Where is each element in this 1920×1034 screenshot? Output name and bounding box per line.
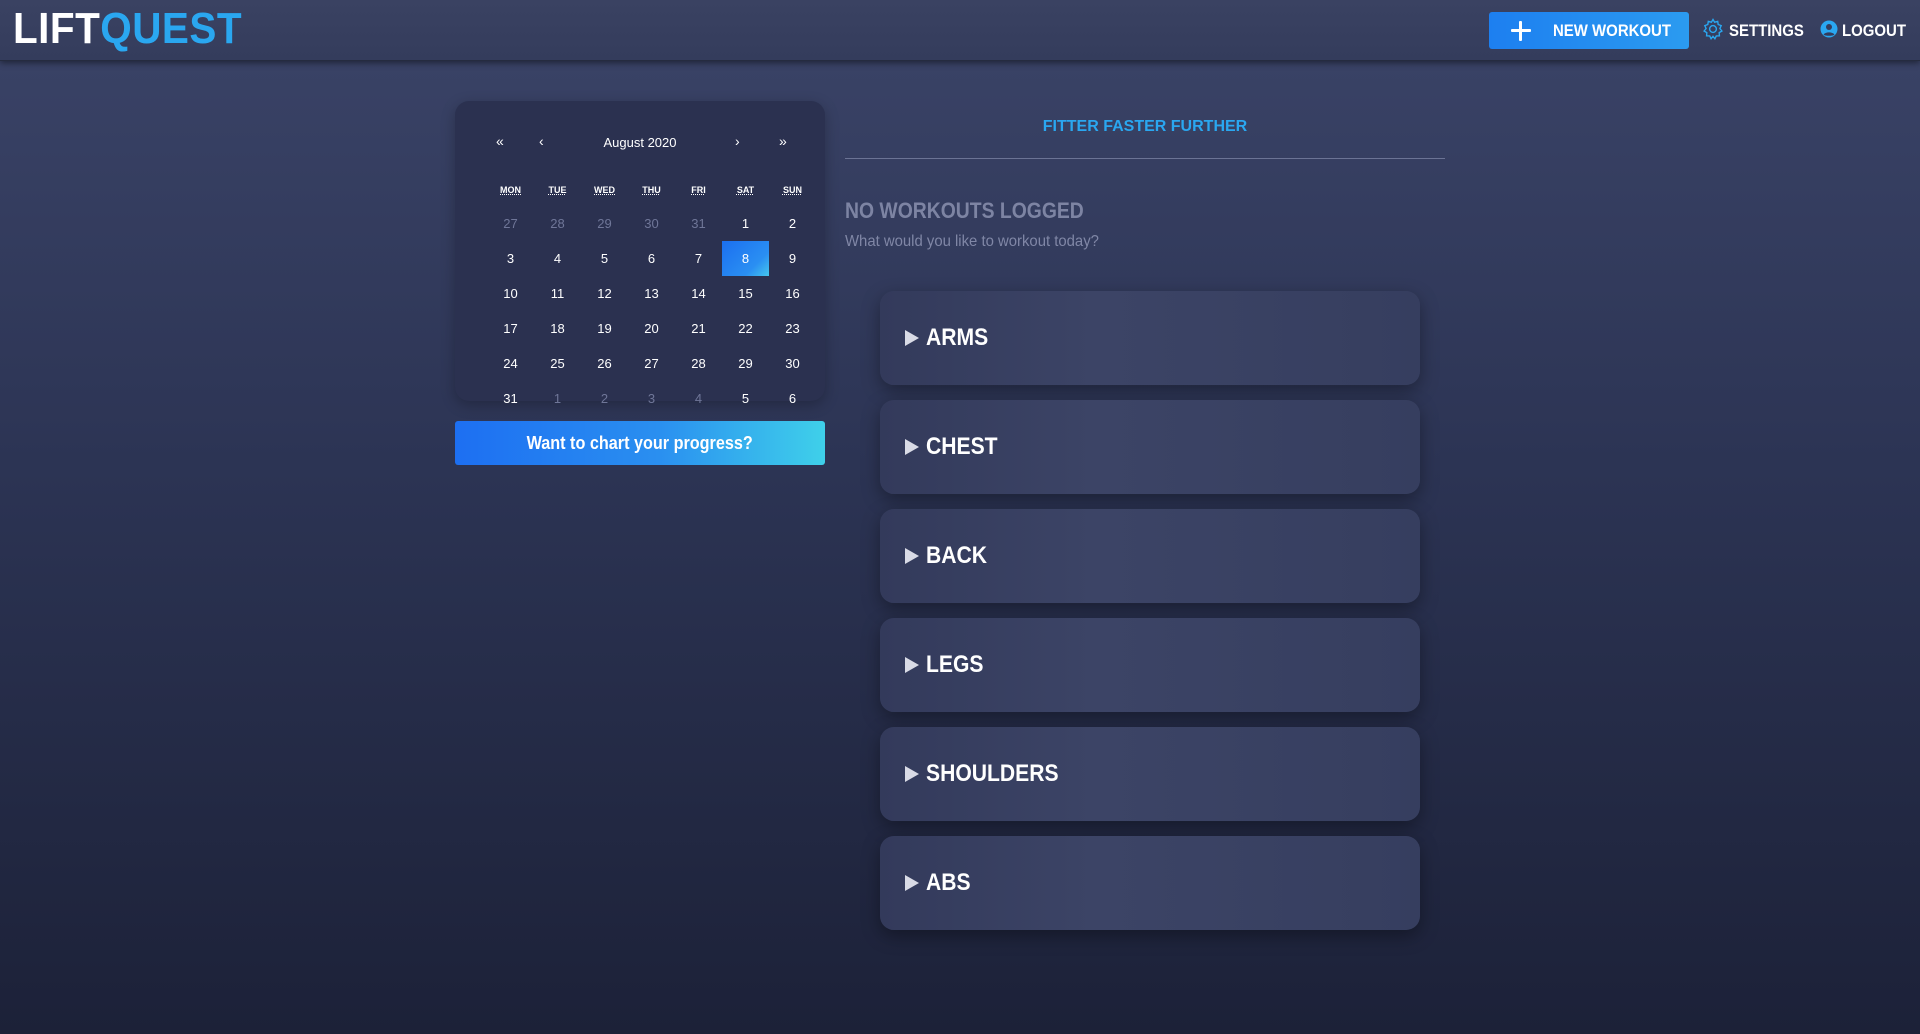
calendar-day[interactable]: 3 <box>487 241 534 276</box>
workout-calendar: « ‹ August 2020 › » MON TUE WED THU FRI … <box>455 101 825 406</box>
new-workout-label: NEW WORKOUT <box>1553 20 1672 40</box>
divider <box>845 158 1445 159</box>
muscle-group-card-legs[interactable]: LEGS <box>880 618 1420 712</box>
logout-label: LOGOUT <box>1842 21 1906 40</box>
calendar-day[interactable]: 29 <box>722 346 769 381</box>
calendar-day[interactable]: 6 <box>628 241 675 276</box>
calendar-day[interactable]: 25 <box>534 346 581 381</box>
top-navbar: LIFTQUEST NEW WORKOUT SETTINGS LOGOUT <box>0 0 1920 61</box>
muscle-group-label: CHEST <box>926 433 998 460</box>
calendar-day[interactable]: 15 <box>722 276 769 311</box>
calendar-day[interactable]: 28 <box>675 346 722 381</box>
next-month-button[interactable]: › <box>735 133 740 149</box>
muscle-group-card-back[interactable]: BACK <box>880 509 1420 603</box>
calendar-day[interactable]: 30 <box>769 346 816 381</box>
calendar-day[interactable]: 21 <box>675 311 722 346</box>
calendar-day[interactable]: 23 <box>769 311 816 346</box>
calendar-day[interactable]: 2 <box>769 206 816 241</box>
calendar-day[interactable]: 12 <box>581 276 628 311</box>
calendar-day[interactable]: 17 <box>487 311 534 346</box>
gear-icon <box>1701 17 1725 46</box>
chart-progress-button[interactable]: Want to chart your progress? <box>455 421 825 465</box>
calendar-day[interactable]: 27 <box>487 206 534 241</box>
new-workout-button[interactable]: NEW WORKOUT <box>1489 12 1689 49</box>
muscle-group-card-chest[interactable]: CHEST <box>880 400 1420 494</box>
play-arrow-icon <box>905 875 919 891</box>
logout-link[interactable]: LOGOUT <box>1820 17 1915 45</box>
weekday-label: THU <box>642 185 661 195</box>
calendar-day[interactable]: 30 <box>628 206 675 241</box>
muscle-group-card-shoulders[interactable]: SHOULDERS <box>880 727 1420 821</box>
weekday-label: WED <box>594 185 615 195</box>
play-arrow-icon <box>905 439 919 455</box>
play-arrow-icon <box>905 657 919 673</box>
calendar-month-label[interactable]: August 2020 <box>455 135 825 150</box>
calendar-day[interactable]: 22 <box>722 311 769 346</box>
calendar-day[interactable]: 9 <box>769 241 816 276</box>
play-arrow-icon <box>905 766 919 782</box>
plus-icon <box>1509 19 1533 43</box>
calendar-day[interactable]: 28 <box>534 206 581 241</box>
calendar-day[interactable]: 20 <box>628 311 675 346</box>
muscle-group-card-arms[interactable]: ARMS <box>880 291 1420 385</box>
calendar-day[interactable]: 2 <box>581 381 628 416</box>
settings-label: SETTINGS <box>1729 21 1804 40</box>
calendar-day[interactable]: 27 <box>628 346 675 381</box>
weekday-label: FRI <box>691 185 706 195</box>
calendar-day[interactable]: 5 <box>581 241 628 276</box>
tagline: FITTER FASTER FURTHER <box>1042 118 1248 135</box>
muscle-group-label: LEGS <box>926 651 984 678</box>
muscle-group-label: SHOULDERS <box>926 760 1059 787</box>
calendar-day[interactable]: 16 <box>769 276 816 311</box>
muscle-group-label: ABS <box>926 869 971 896</box>
calendar-day[interactable]: 19 <box>581 311 628 346</box>
next-year-button[interactable]: » <box>779 133 787 149</box>
muscle-group-card-abs[interactable]: ABS <box>880 836 1420 930</box>
calendar-day[interactable]: 13 <box>628 276 675 311</box>
calendar-day[interactable]: 11 <box>534 276 581 311</box>
weekday-label: SUN <box>782 185 802 195</box>
calendar-weekday-row: MON TUE WED THU FRI SAT SUN <box>487 185 817 195</box>
muscle-group-label: BACK <box>926 542 988 569</box>
calendar-day[interactable]: 18 <box>534 311 581 346</box>
calendar-day[interactable]: 7 <box>675 241 722 276</box>
calendar-day[interactable]: 4 <box>534 241 581 276</box>
weekday-label: TUE <box>548 185 567 195</box>
chart-progress-label: Want to chart your progress? <box>526 432 754 453</box>
calendar-day[interactable]: 31 <box>487 381 534 416</box>
calendar-day[interactable]: 4 <box>675 381 722 416</box>
calendar-day[interactable]: 1 <box>722 206 769 241</box>
app-logo[interactable]: LIFTQUEST <box>13 4 242 54</box>
calendar-day-selected[interactable]: 8 <box>722 241 769 276</box>
empty-state-subtitle: What would you like to workout today? <box>845 233 1099 250</box>
calendar-day-grid: 27 28 29 30 31 1 2 3 4 5 6 7 8 9 10 11 12 13 14 15 16 17 18 19 2… <box>487 206 817 416</box>
calendar-day[interactable]: 5 <box>722 381 769 416</box>
user-circle-icon <box>1820 20 1838 43</box>
calendar-day[interactable]: 14 <box>675 276 722 311</box>
calendar-day[interactable]: 29 <box>581 206 628 241</box>
empty-state-title: NO WORKOUTS LOGGED <box>845 198 1084 223</box>
settings-link[interactable]: SETTINGS <box>1701 17 1814 45</box>
muscle-group-label: ARMS <box>926 324 989 351</box>
weekday-label: MON <box>500 185 521 195</box>
calendar-day[interactable]: 31 <box>675 206 722 241</box>
logo-lift-text: LIFT <box>13 4 101 53</box>
calendar-day[interactable]: 3 <box>628 381 675 416</box>
calendar-day[interactable]: 10 <box>487 276 534 311</box>
calendar-day[interactable]: 26 <box>581 346 628 381</box>
calendar-day[interactable]: 6 <box>769 381 816 416</box>
play-arrow-icon <box>905 330 919 346</box>
weekday-label: SAT <box>736 185 755 195</box>
muscle-group-list: ARMS CHEST BACK LEGS SHOULDERS ABS <box>880 291 1420 945</box>
calendar-day[interactable]: 24 <box>487 346 534 381</box>
calendar-day[interactable]: 1 <box>534 381 581 416</box>
logo-quest-text: QUEST <box>100 4 243 53</box>
play-arrow-icon <box>905 548 919 564</box>
